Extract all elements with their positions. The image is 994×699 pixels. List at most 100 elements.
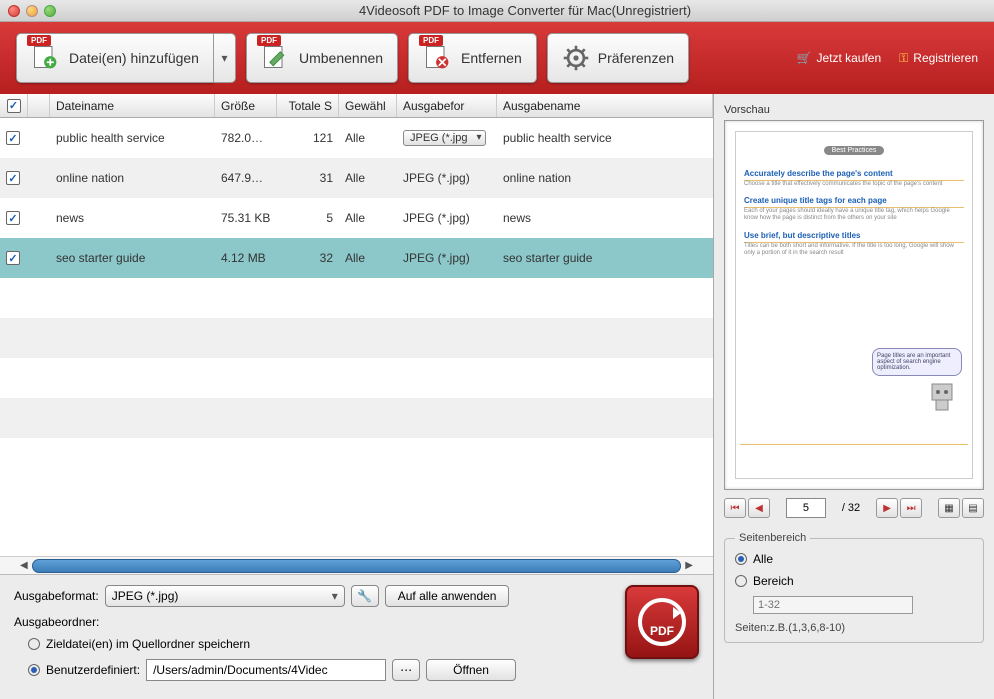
output-settings: Ausgabeformat: JPEG (*.jpg) 🔧 Auf alle a… bbox=[0, 574, 713, 699]
cell-size: 647.9… bbox=[215, 171, 277, 185]
table-row[interactable]: seo starter guide4.12 MB32AlleJPEG (*.jp… bbox=[0, 238, 713, 278]
cell-output: public health service bbox=[497, 131, 713, 145]
row-checkbox[interactable] bbox=[6, 171, 20, 185]
remove-icon bbox=[423, 43, 451, 71]
range-hint: Seiten:z.B.(1,3,6,8-10) bbox=[735, 622, 973, 634]
prev-page-button[interactable]: ◀ bbox=[748, 498, 770, 518]
cell-selected: Alle bbox=[339, 251, 397, 265]
chevron-down-icon: ▾ bbox=[221, 51, 227, 65]
view-mode-1-button[interactable]: ▦ bbox=[938, 498, 960, 518]
remove-label: Entfernen bbox=[461, 50, 522, 66]
table-row-empty bbox=[0, 318, 713, 358]
cell-total: 31 bbox=[277, 171, 339, 185]
preferences-label: Präferenzen bbox=[598, 50, 674, 66]
cell-total: 5 bbox=[277, 211, 339, 225]
row-checkbox[interactable] bbox=[6, 211, 20, 225]
output-format-select[interactable]: JPEG (*.jpg) bbox=[105, 585, 345, 607]
apply-all-button[interactable]: Auf alle anwenden bbox=[385, 585, 510, 607]
scroll-right-icon[interactable]: ▶ bbox=[681, 560, 697, 571]
cell-total: 32 bbox=[277, 251, 339, 265]
next-page-button[interactable]: ▶ bbox=[876, 498, 898, 518]
select-all-checkbox[interactable] bbox=[7, 99, 21, 113]
table-row-empty bbox=[0, 278, 713, 318]
first-page-button[interactable]: ⏮ bbox=[724, 498, 746, 518]
table-row[interactable]: public health service782.0…121AlleJPEG (… bbox=[0, 118, 713, 158]
cell-format: JPEG (*.jpg) bbox=[397, 251, 497, 265]
cell-name: public health service bbox=[50, 131, 215, 145]
window-title: 4Videosoft PDF to Image Converter für Ma… bbox=[56, 3, 994, 18]
cell-name: news bbox=[50, 211, 215, 225]
range-custom-radio[interactable] bbox=[735, 575, 747, 587]
col-filename[interactable]: Dateiname bbox=[50, 94, 215, 117]
col-format[interactable]: Ausgabefor bbox=[397, 94, 497, 117]
col-selected[interactable]: Gewähl bbox=[339, 94, 397, 117]
table-row-empty bbox=[0, 398, 713, 438]
browse-button[interactable]: ⋯ bbox=[392, 659, 420, 681]
range-custom-label: Bereich bbox=[753, 574, 794, 588]
col-size[interactable]: Größe bbox=[215, 94, 277, 117]
page-range-legend: Seitenbereich bbox=[735, 532, 810, 544]
custom-folder-radio[interactable] bbox=[28, 664, 40, 676]
key-icon: ⚿ bbox=[899, 51, 908, 66]
rename-button[interactable]: PDF Umbenennen bbox=[246, 33, 398, 83]
table-body: public health service782.0…121AlleJPEG (… bbox=[0, 118, 713, 556]
cell-output: news bbox=[497, 211, 713, 225]
cell-name: seo starter guide bbox=[50, 251, 215, 265]
rename-label: Umbenennen bbox=[299, 50, 383, 66]
table-row[interactable]: news75.31 KB5AlleJPEG (*.jpg)news bbox=[0, 198, 713, 238]
custom-folder-label: Benutzerdefiniert: bbox=[46, 663, 140, 677]
horizontal-scrollbar[interactable]: ◀ ▶ bbox=[0, 556, 713, 574]
cell-total: 121 bbox=[277, 131, 339, 145]
scroll-left-icon[interactable]: ◀ bbox=[16, 560, 32, 571]
col-total[interactable]: Totale S bbox=[277, 94, 339, 117]
range-input[interactable] bbox=[753, 596, 913, 614]
table-row-empty bbox=[0, 438, 713, 478]
preview-title: Vorschau bbox=[724, 104, 984, 116]
wrench-icon: 🔧 bbox=[357, 589, 372, 603]
maximize-icon[interactable] bbox=[44, 5, 56, 17]
convert-button[interactable]: PDF bbox=[625, 585, 699, 659]
page-range-fieldset: Seitenbereich Alle Bereich Seiten:z.B.(1… bbox=[724, 532, 984, 643]
robot-icon bbox=[922, 376, 962, 416]
format-settings-button[interactable]: 🔧 bbox=[351, 585, 379, 607]
page-total: / 32 bbox=[842, 502, 860, 514]
gear-icon bbox=[562, 44, 590, 72]
add-files-button[interactable]: PDF Datei(en) hinzufügen bbox=[16, 33, 214, 83]
toolbar: PDF Datei(en) hinzufügen ▾ PDF Umbenenne… bbox=[0, 22, 994, 94]
cell-format: JPEG (*.jpg) bbox=[397, 211, 497, 225]
output-format-label: Ausgabeformat: bbox=[14, 589, 99, 603]
add-files-dropdown[interactable]: ▾ bbox=[214, 33, 236, 83]
col-output[interactable]: Ausgabename bbox=[497, 94, 713, 117]
view-mode-2-button[interactable]: ▤ bbox=[962, 498, 984, 518]
row-checkbox[interactable] bbox=[6, 131, 20, 145]
table-header: Dateiname Größe Totale S Gewähl Ausgabef… bbox=[0, 94, 713, 118]
buy-link[interactable]: 🛒 Jetzt kaufen bbox=[796, 51, 881, 66]
row-checkbox[interactable] bbox=[6, 251, 20, 265]
minimize-icon[interactable] bbox=[26, 5, 38, 17]
cell-output: seo starter guide bbox=[497, 251, 713, 265]
range-all-radio[interactable] bbox=[735, 553, 747, 565]
last-page-button[interactable]: ⏭ bbox=[900, 498, 922, 518]
register-link[interactable]: ⚿ Registrieren bbox=[899, 51, 978, 66]
cell-size: 75.31 KB bbox=[215, 211, 277, 225]
source-folder-radio[interactable] bbox=[28, 638, 40, 650]
remove-button[interactable]: PDF Entfernen bbox=[408, 33, 537, 83]
svg-text:PDF: PDF bbox=[650, 624, 674, 638]
cell-format: JPEG (*.jpg) bbox=[397, 171, 497, 185]
output-folder-label: Ausgabeordner: bbox=[14, 615, 99, 629]
close-icon[interactable] bbox=[8, 5, 20, 17]
cell-size: 4.12 MB bbox=[215, 251, 277, 265]
cell-selected: Alle bbox=[339, 131, 397, 145]
table-row-empty bbox=[0, 358, 713, 398]
cell-output: online nation bbox=[497, 171, 713, 185]
preferences-button[interactable]: Präferenzen bbox=[547, 33, 689, 83]
output-path-field[interactable]: /Users/admin/Documents/4Videc bbox=[146, 659, 386, 681]
add-files-label: Datei(en) hinzufügen bbox=[69, 50, 199, 66]
range-all-label: Alle bbox=[753, 552, 773, 566]
table-row[interactable]: online nation647.9…31AlleJPEG (*.jpg)onl… bbox=[0, 158, 713, 198]
open-folder-button[interactable]: Öffnen bbox=[426, 659, 516, 681]
page-number-input[interactable] bbox=[786, 498, 826, 518]
convert-pdf-icon: PDF bbox=[635, 595, 689, 649]
add-file-icon bbox=[31, 43, 59, 71]
cell-format[interactable]: JPEG (*.jpg bbox=[397, 130, 497, 146]
